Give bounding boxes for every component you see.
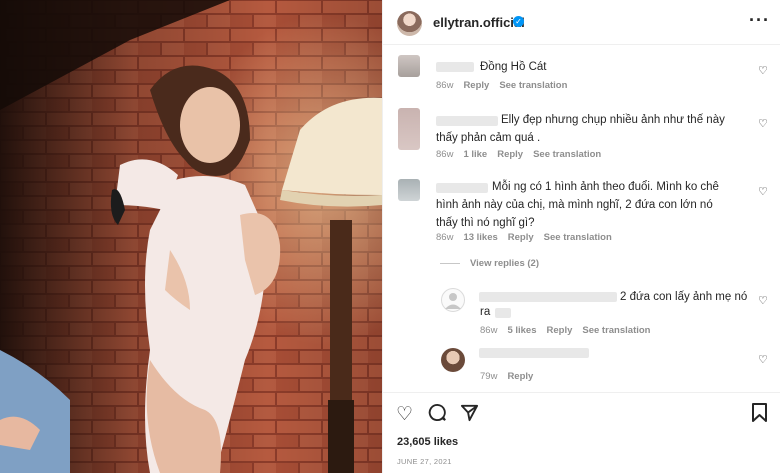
reply-meta: 79w Reply <box>480 371 533 382</box>
author-username[interactable]: ellytran.official <box>433 15 525 30</box>
like-heart-icon[interactable]: ♡ <box>396 403 413 426</box>
see-translation-button[interactable]: See translation <box>582 325 650 336</box>
comment-meta: 86w 1 like Reply See translation <box>436 149 601 160</box>
more-options-icon[interactable]: ··· <box>749 10 770 31</box>
like-comment-heart-icon[interactable]: ♡ <box>758 185 768 198</box>
commenter-avatar[interactable] <box>398 108 420 150</box>
reply-time: 86w <box>480 325 498 336</box>
see-translation-button[interactable]: See translation <box>533 149 601 160</box>
post-photo[interactable] <box>0 0 382 473</box>
reply-button[interactable]: Reply <box>507 371 533 382</box>
reply-button[interactable]: Reply <box>508 232 534 243</box>
comment-time: 86w <box>436 80 454 91</box>
person-silhouette-icon <box>445 293 461 309</box>
like-comment-heart-icon[interactable]: ♡ <box>758 117 768 130</box>
author-avatar[interactable] <box>397 11 422 36</box>
post-header: ellytran.official ✓ ··· <box>383 0 780 45</box>
reply-text: 2 đứa con lấy ảnh mẹ nó <box>620 291 748 303</box>
like-reply-heart-icon[interactable]: ♡ <box>758 353 768 366</box>
comment-likes-count[interactable]: 1 like <box>463 149 487 160</box>
replier-avatar[interactable] <box>441 348 465 372</box>
like-comment-heart-icon[interactable]: ♡ <box>758 64 768 77</box>
likes-count[interactable]: 23,605 likes <box>397 436 458 448</box>
reply-button[interactable]: Reply <box>463 80 489 91</box>
reply-likes-count[interactable]: 5 likes <box>507 325 536 336</box>
comment-likes-count[interactable]: 13 likes <box>463 232 497 243</box>
reply-meta: 86w 5 likes Reply See translation <box>480 325 650 336</box>
post-photo-image <box>0 0 382 473</box>
comment-text: Đồng Hồ Cát <box>480 61 547 73</box>
save-bookmark-icon[interactable] <box>752 403 767 428</box>
view-replies-label[interactable]: View replies (2) <box>470 258 539 269</box>
post-actions-bar: ♡ <box>383 392 780 432</box>
commenter-avatar[interactable] <box>398 179 420 201</box>
comment-text: Elly đẹp nhưng chụp nhiều ảnh như thế nà… <box>436 114 725 144</box>
comment-text: Mỗi ng có 1 hình ảnh theo đuổi. Mình ko … <box>436 181 719 229</box>
commenter-name-redacted[interactable] <box>479 348 589 358</box>
see-translation-button[interactable]: See translation <box>544 232 612 243</box>
post-date: JUNE 27, 2021 <box>397 457 452 466</box>
verified-badge-icon: ✓ <box>513 16 524 27</box>
reply-text-redacted <box>495 308 511 318</box>
reply-button[interactable]: Reply <box>547 325 573 336</box>
commenter-avatar[interactable] <box>398 55 420 77</box>
comment-time: 86w <box>436 232 454 243</box>
commenter-name-redacted[interactable] <box>436 62 474 72</box>
comments-panel: ellytran.official ✓ ··· Đồng Hồ Cát 86w … <box>382 0 780 473</box>
replier-avatar-default-icon[interactable] <box>441 288 465 312</box>
commenter-name-redacted[interactable] <box>479 292 617 302</box>
comment-time: 86w <box>436 149 454 160</box>
reply-button[interactable]: Reply <box>497 149 523 160</box>
see-translation-button[interactable]: See translation <box>499 80 567 91</box>
view-replies-divider <box>440 263 460 264</box>
share-send-icon[interactable] <box>460 403 479 428</box>
like-reply-heart-icon[interactable]: ♡ <box>758 294 768 307</box>
reply-time: 79w <box>480 371 498 382</box>
comment-meta: 86w Reply See translation <box>436 80 567 91</box>
view-replies-button[interactable]: View replies (2) <box>440 258 539 269</box>
comment-meta: 86w 13 likes Reply See translation <box>436 232 612 243</box>
comment-bubble-icon[interactable] <box>428 403 447 428</box>
